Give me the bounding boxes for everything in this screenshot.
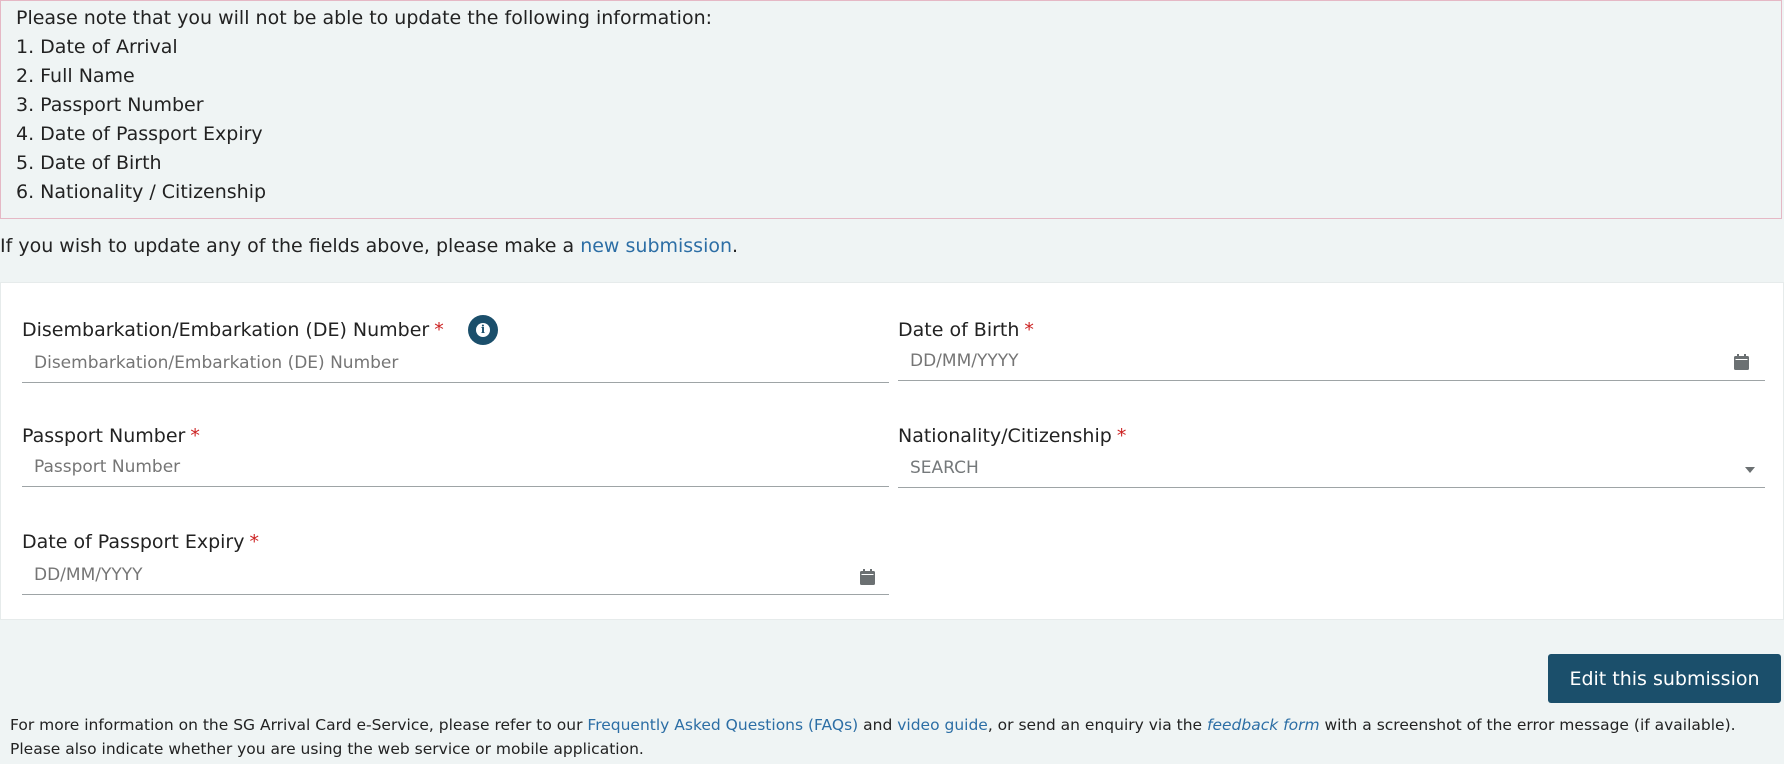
- required-marker: *: [1116, 425, 1127, 447]
- new-submission-link[interactable]: new submission: [580, 235, 732, 257]
- form-card: Disembarkation/Embarkation (DE) Number * …: [0, 282, 1784, 620]
- passport-expiry-field: Date of Passport Expiry *: [22, 529, 889, 595]
- faq-link[interactable]: Frequently Asked Questions (FAQs): [587, 716, 858, 734]
- nationality-field: Nationality/Citizenship * SEARCH: [898, 423, 1765, 488]
- footer-line-2: Please also indicate whether you are usi…: [10, 740, 644, 758]
- info-icon[interactable]: i: [468, 315, 498, 345]
- notice-item: 2. Full Name: [16, 65, 135, 87]
- update-instructions: If you wish to update any of the fields …: [0, 233, 738, 259]
- notice-box: Please note that you will not be able to…: [0, 0, 1782, 219]
- edit-submission-button[interactable]: Edit this submission: [1548, 654, 1781, 703]
- passport-input[interactable]: [22, 447, 889, 487]
- notice-item: 4. Date of Passport Expiry: [16, 123, 263, 145]
- passport-field: Passport Number *: [22, 423, 889, 487]
- notice-item: 1. Date of Arrival: [16, 36, 178, 58]
- update-text-end: .: [732, 235, 739, 257]
- notice-item: 3. Passport Number: [16, 94, 204, 116]
- feedback-form-link[interactable]: feedback form: [1207, 716, 1320, 734]
- required-marker: *: [190, 425, 200, 447]
- nationality-select-value: SEARCH: [910, 458, 979, 478]
- required-marker: *: [1024, 319, 1034, 341]
- chevron-down-icon[interactable]: [1745, 467, 1755, 473]
- notice-item: 5. Date of Birth: [16, 152, 162, 174]
- de-number-label: Disembarkation/Embarkation (DE) Number *: [22, 319, 444, 341]
- footer-help: For more information on the SG Arrival C…: [10, 713, 1736, 761]
- notice-intro: Please note that you will not be able to…: [16, 7, 713, 29]
- video-guide-link[interactable]: video guide: [897, 716, 988, 734]
- dob-input[interactable]: [898, 341, 1765, 381]
- nationality-select[interactable]: SEARCH: [898, 448, 1765, 488]
- passport-expiry-label: Date of Passport Expiry *: [22, 531, 259, 553]
- calendar-icon[interactable]: [1734, 354, 1749, 370]
- passport-expiry-input[interactable]: [22, 555, 889, 595]
- de-number-input[interactable]: [22, 343, 889, 383]
- required-marker: *: [434, 319, 444, 341]
- dob-label: Date of Birth *: [898, 319, 1034, 341]
- de-number-field: Disembarkation/Embarkation (DE) Number * …: [22, 315, 889, 383]
- required-marker: *: [249, 531, 259, 553]
- passport-label: Passport Number *: [22, 425, 200, 447]
- update-text: If you wish to update any of the fields …: [0, 235, 581, 257]
- notice-item: 6. Nationality / Citizenship: [16, 181, 267, 203]
- nationality-label: Nationality/Citizenship *: [898, 425, 1127, 447]
- footer-line-1: For more information on the SG Arrival C…: [10, 716, 1736, 734]
- calendar-icon[interactable]: [860, 569, 875, 585]
- dob-field: Date of Birth *: [898, 317, 1765, 381]
